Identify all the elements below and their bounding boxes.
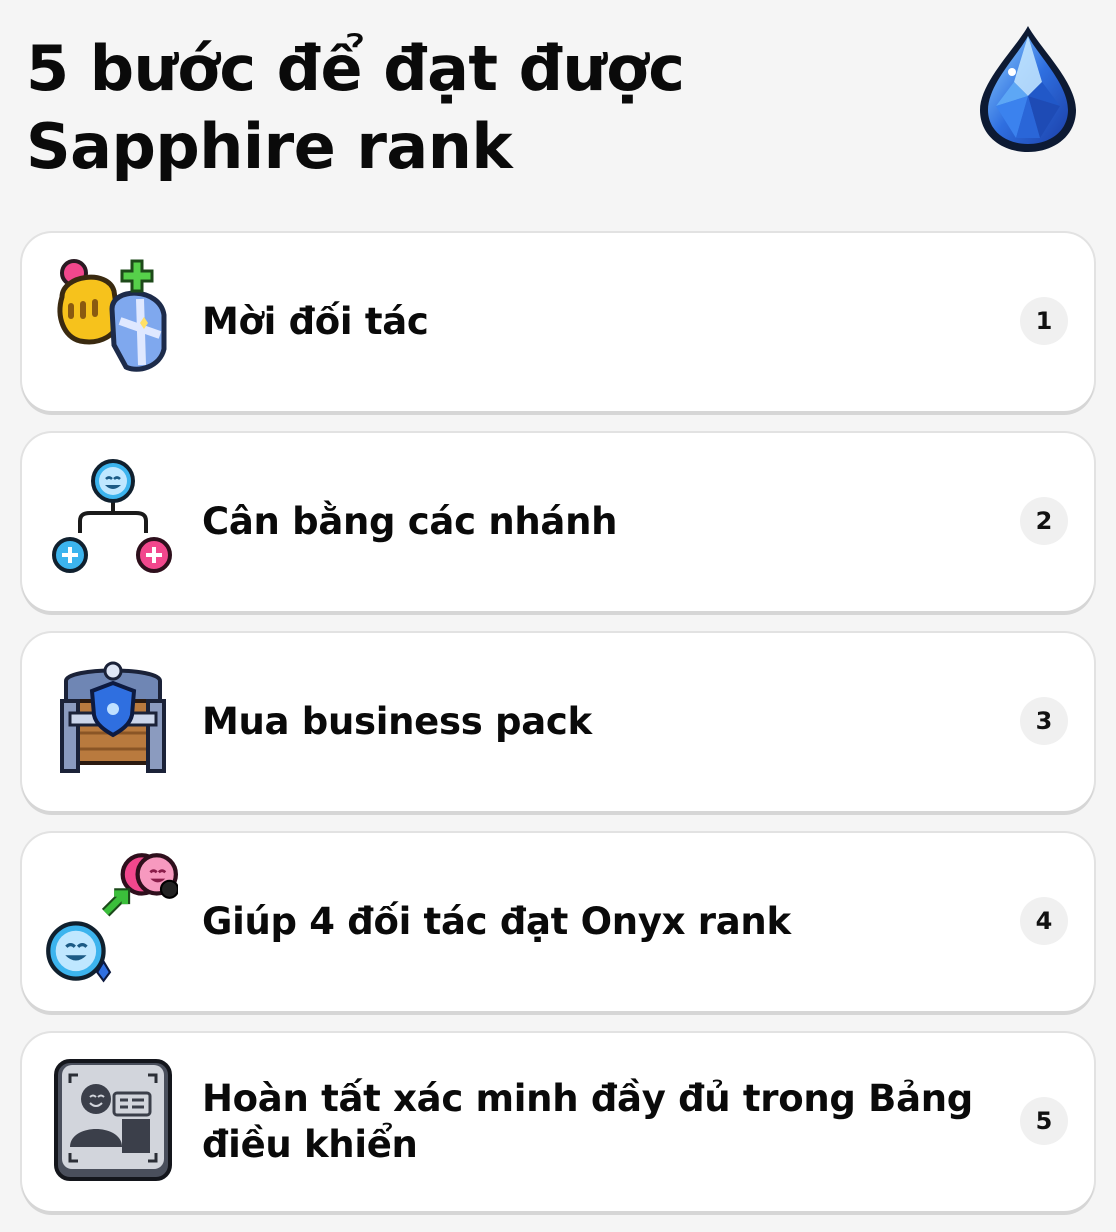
- step-label: Cân bằng các nhánh: [202, 500, 618, 543]
- page-header: 5 bước để đạt được Sapphire rank: [0, 0, 1116, 230]
- step-label: Mời đối tác: [202, 300, 429, 343]
- sapphire-gem-icon: [980, 26, 1076, 152]
- step-label: Mua business pack: [202, 700, 592, 743]
- step-card-5[interactable]: Hoàn tất xác minh đầy đủ trong Bảng điều…: [22, 1033, 1094, 1211]
- partners-onyx-upgrade-icon: [46, 853, 178, 983]
- page-title: 5 bước để đạt được Sapphire rank: [26, 32, 685, 183]
- step-label: Hoàn tất xác minh đầy đủ trong Bảng điều…: [202, 1077, 973, 1166]
- knight-helmets-plus-icon: [57, 259, 167, 372]
- step-label: Giúp 4 đối tác đạt Onyx rank: [202, 900, 791, 943]
- step-card-2[interactable]: Cân bằng các nhánh 2: [22, 433, 1094, 611]
- step-card-3[interactable]: Mua business pack 3: [22, 633, 1094, 811]
- step-card-1[interactable]: Mời đối tác 1: [22, 233, 1094, 411]
- step-number-badge: 2: [1020, 497, 1068, 545]
- id-verification-icon: [54, 1059, 172, 1181]
- treasure-chest-icon: [60, 661, 166, 773]
- step-card-4[interactable]: Giúp 4 đối tác đạt Onyx rank 4: [22, 833, 1094, 1011]
- step-number-badge: 4: [1020, 897, 1068, 945]
- step-number-badge: 5: [1020, 1097, 1068, 1145]
- branch-tree-icon: [52, 459, 172, 573]
- step-number-badge: 3: [1020, 697, 1068, 745]
- step-number-badge: 1: [1020, 297, 1068, 345]
